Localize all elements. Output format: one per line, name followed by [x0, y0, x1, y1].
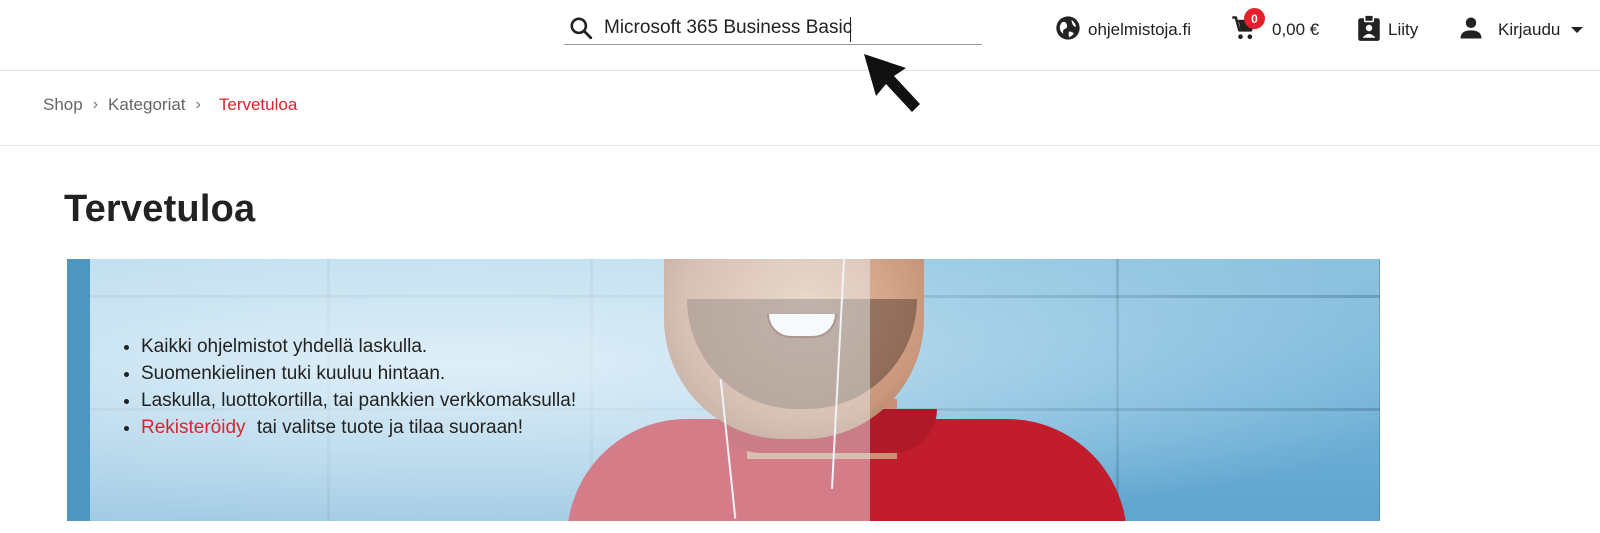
site-label: ohjelmistoja.fi [1088, 20, 1191, 39]
join-button[interactable]: Liity [1356, 13, 1419, 47]
breadcrumb-bar: Shop › Kategoriat › Tervetuloa [0, 71, 1600, 146]
register-link[interactable]: Rekisteröidy [141, 417, 246, 438]
register-text: tai valitse tuote ja tilaa suoraan! [256, 417, 523, 438]
hero-banner: Kaikki ohjelmistot yhdellä laskulla. Suo… [67, 259, 1380, 521]
breadcrumb: Shop › Kategoriat › Tervetuloa [43, 95, 297, 115]
breadcrumb-current: Tervetuloa [218, 95, 298, 114]
top-bar: ohjelmistoja.fi 0,00 € 0 Liity Kirjaudu [0, 0, 1600, 71]
person-icon [1456, 14, 1486, 47]
login-button[interactable]: Kirjaudu [1456, 14, 1584, 46]
site-link[interactable]: ohjelmistoja.fi [1054, 14, 1191, 46]
page-title: Tervetuloa [64, 188, 256, 230]
join-label: Liity [1388, 20, 1419, 39]
badge-icon [1356, 13, 1382, 47]
list-item: Suomenkielinen tuki kuuluu hintaan. [141, 360, 576, 387]
login-label: Kirjaudu [1498, 20, 1561, 39]
chevron-right-icon: › [195, 96, 201, 113]
breadcrumb-item-kategoriat[interactable]: Kategoriat [108, 95, 186, 115]
chevron-down-icon[interactable] [1570, 20, 1584, 40]
search-input[interactable] [604, 13, 974, 43]
benefits-list: Kaikki ohjelmistot yhdellä laskulla. Suo… [141, 333, 576, 441]
text-caret [850, 17, 851, 42]
search-bar [564, 12, 982, 45]
cart-count-badge: 0 [1244, 8, 1265, 29]
list-item: Rekisteröidy tai valitse tuote ja tilaa … [141, 414, 576, 441]
breadcrumb-item-shop[interactable]: Shop [43, 95, 83, 115]
banner-edge [67, 259, 90, 521]
cart-total: 0,00 € [1272, 20, 1320, 39]
globe-icon [1054, 14, 1082, 47]
chevron-right-icon: › [92, 96, 99, 113]
list-item: Kaikki ohjelmistot yhdellä laskulla. [141, 333, 576, 360]
search-icon[interactable] [566, 13, 596, 43]
list-item: Laskulla, luottokortilla, tai pankkien v… [141, 387, 576, 414]
